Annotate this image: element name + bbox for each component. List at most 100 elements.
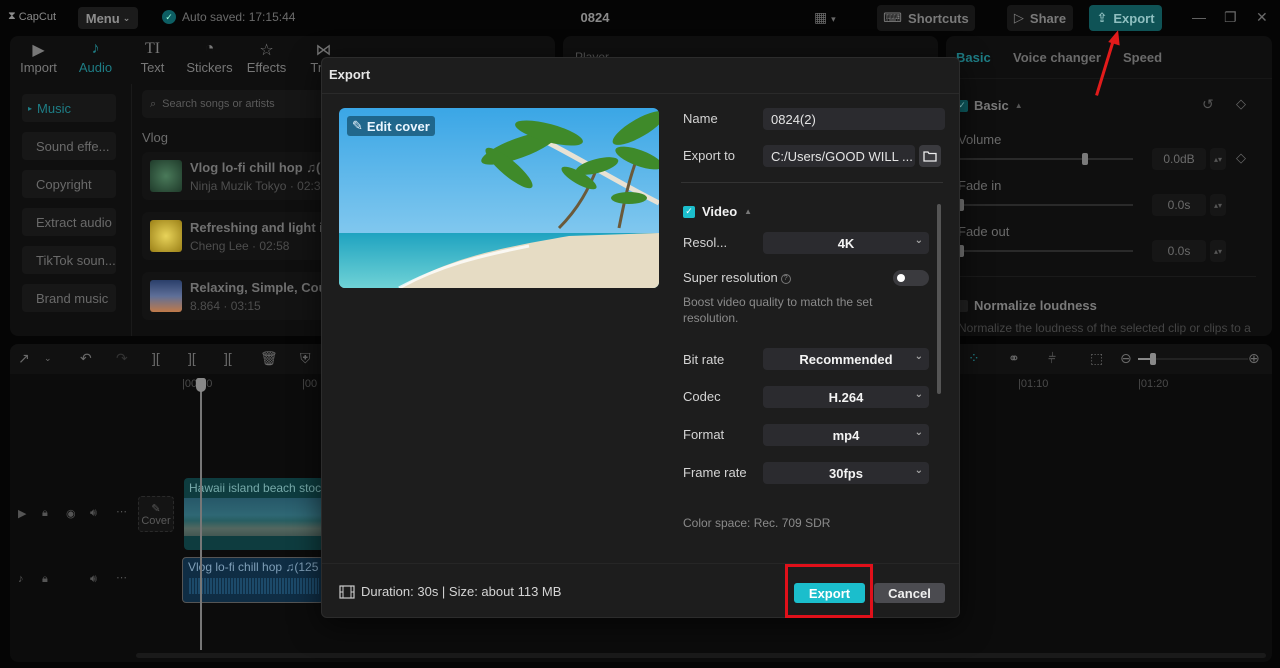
- tab-basic[interactable]: Basic: [956, 50, 991, 65]
- keyframe-icon[interactable]: ◇: [1236, 150, 1246, 166]
- chevron-down-icon: ▾: [831, 14, 836, 24]
- nav-sound-effects[interactable]: Sound effe...: [22, 132, 116, 160]
- tab-stickers[interactable]: ◔ Stickers: [181, 36, 238, 80]
- volume-value[interactable]: 0.0dB: [1152, 148, 1206, 170]
- stickers-icon: ◔: [204, 40, 215, 57]
- edit-cover-button[interactable]: ✎ Edit cover: [347, 116, 435, 136]
- split-align-icon[interactable]: ⫩: [1048, 350, 1056, 367]
- minimize-button[interactable]: —: [1192, 9, 1206, 25]
- stepper-icon[interactable]: ▴▾: [1210, 194, 1226, 216]
- video-section-header[interactable]: ✓ Video ▲: [683, 204, 752, 219]
- keyboard-icon: ⌨: [883, 10, 903, 25]
- tab-text[interactable]: TI Text: [124, 36, 181, 80]
- zoom-out-icon[interactable]: ⊖: [1120, 350, 1132, 367]
- reset-icon[interactable]: ↺: [1202, 96, 1214, 113]
- basic-section-header[interactable]: ✓ Basic ▲: [956, 98, 1023, 113]
- stepper-icon[interactable]: ▴▾: [1210, 148, 1226, 170]
- keyframe-icon[interactable]: ◇: [1236, 96, 1246, 112]
- playhead-handle[interactable]: [196, 378, 206, 392]
- tab-import[interactable]: ▶︎ Import: [10, 36, 67, 80]
- normalize-loudness-row[interactable]: Normalize loudness: [956, 298, 1097, 313]
- cover-button[interactable]: ✎ Cover: [138, 496, 174, 532]
- tab-audio[interactable]: ♪ Audio: [67, 36, 124, 80]
- zoom-fit-icon[interactable]: ⬚: [1090, 350, 1103, 367]
- cover-preview[interactable]: ✎ Edit cover: [339, 108, 659, 288]
- checkbox-checked-icon[interactable]: ✓: [683, 205, 695, 218]
- nav-brand-music[interactable]: Brand music: [22, 284, 116, 312]
- slider-handle[interactable]: [1082, 153, 1088, 165]
- zoom-slider[interactable]: [1138, 353, 1248, 365]
- format-select[interactable]: mp4 ⌄: [763, 424, 929, 446]
- ruler-tick: |00: [302, 378, 318, 390]
- framerate-select[interactable]: 30fps ⌄: [763, 462, 929, 484]
- playhead[interactable]: [196, 378, 206, 650]
- search-icon: ⌕: [150, 97, 157, 110]
- chevron-down-icon[interactable]: ⌄: [44, 353, 52, 364]
- nav-copyright[interactable]: Copyright: [22, 170, 116, 198]
- split-icon[interactable]: ][: [152, 350, 160, 366]
- auto-snap-icon[interactable]: ⁘: [968, 350, 980, 367]
- volume-slider[interactable]: [958, 153, 1133, 165]
- zoom-in-icon[interactable]: ⊕: [1248, 350, 1260, 367]
- audio-clip[interactable]: Vlog lo-fi chill hop ♫(125: [182, 557, 324, 603]
- name-input[interactable]: 0824(2): [763, 108, 945, 130]
- inspector-panel: Basic Voice changer Speed ✓ Basic ▲ ↺ ◇ …: [946, 36, 1272, 336]
- layout-button[interactable]: ▦ ▾: [814, 9, 836, 26]
- stepper-icon[interactable]: ▴▾: [1210, 240, 1226, 262]
- resolution-select[interactable]: 4K ⌄: [763, 232, 929, 254]
- horizontal-scrollbar[interactable]: [136, 653, 1266, 658]
- fade-out-value[interactable]: 0.0s: [1152, 240, 1206, 262]
- text-icon: TI: [144, 40, 161, 57]
- tab-voice-changer[interactable]: Voice changer: [1013, 50, 1101, 65]
- undo-icon[interactable]: ↶: [80, 350, 92, 367]
- codec-select[interactable]: H.264 ⌄: [763, 386, 929, 408]
- browse-folder-button[interactable]: [919, 145, 941, 167]
- audio-waveform: [189, 578, 319, 594]
- split-right-icon[interactable]: ][: [224, 350, 232, 366]
- menu-button[interactable]: Menu ⌄: [78, 7, 138, 29]
- dialog-title: Export: [329, 67, 371, 82]
- chevron-down-icon: ⌄: [914, 235, 923, 246]
- lock-icon[interactable]: 🔒︎: [42, 573, 48, 586]
- fade-out-slider[interactable]: [958, 245, 1133, 257]
- link-icon[interactable]: ⚭: [1008, 350, 1020, 367]
- video-track-icon: ▶︎: [18, 508, 27, 520]
- eye-icon[interactable]: ◉: [66, 507, 76, 520]
- more-icon[interactable]: ⋯: [116, 505, 127, 518]
- split-left-icon[interactable]: ][: [188, 350, 196, 366]
- project-title: 0824: [580, 10, 610, 25]
- app-logo: ⧗ CapCut: [8, 10, 57, 23]
- video-clip[interactable]: Hawaii island beach stock: [184, 478, 324, 550]
- close-button[interactable]: ✕: [1256, 9, 1268, 26]
- delete-icon[interactable]: 🗑︎: [260, 350, 278, 367]
- maximize-button[interactable]: ❐: [1224, 9, 1237, 26]
- help-icon[interactable]: ?: [780, 273, 791, 284]
- slider-handle[interactable]: [1150, 353, 1156, 365]
- lock-icon[interactable]: 🔒︎: [42, 507, 48, 520]
- bitrate-select[interactable]: Recommended ⌄: [763, 348, 929, 370]
- annotation-highlight-box: [785, 564, 873, 618]
- speaker-icon[interactable]: 🔊︎: [90, 573, 97, 586]
- film-icon: [339, 584, 355, 599]
- speaker-icon[interactable]: 🔊︎: [90, 507, 97, 520]
- shortcuts-button[interactable]: ⌨ Shortcuts: [877, 5, 975, 31]
- nav-tiktok-sounds[interactable]: TikTok soun...: [22, 246, 116, 274]
- fade-in-slider[interactable]: [958, 199, 1133, 211]
- ai-shield-icon[interactable]: ⛨: [300, 350, 311, 367]
- nav-extract-audio[interactable]: Extract audio: [22, 208, 116, 236]
- share-button[interactable]: ▷ Share: [1007, 5, 1073, 31]
- tab-effects[interactable]: ☆ Effects: [238, 36, 295, 80]
- export-path-input[interactable]: C:/Users/GOOD WILL ...: [763, 145, 915, 167]
- more-icon[interactable]: ⋯: [116, 571, 127, 584]
- cancel-button[interactable]: Cancel: [874, 583, 945, 603]
- normalize-description: Normalize the loudness of the selected c…: [958, 321, 1251, 335]
- super-resolution-toggle[interactable]: [893, 270, 929, 286]
- redo-icon[interactable]: ↷: [116, 350, 128, 367]
- fade-in-value[interactable]: 0.0s: [1152, 194, 1206, 216]
- select-cursor-icon[interactable]: ↗: [18, 350, 30, 367]
- settings-scrollbar[interactable]: [937, 204, 941, 394]
- nav-music[interactable]: ▸ Music: [22, 94, 116, 122]
- tab-speed[interactable]: Speed: [1123, 50, 1162, 65]
- divider: [958, 276, 1256, 277]
- export-top-button[interactable]: ⇪ Export: [1089, 5, 1162, 31]
